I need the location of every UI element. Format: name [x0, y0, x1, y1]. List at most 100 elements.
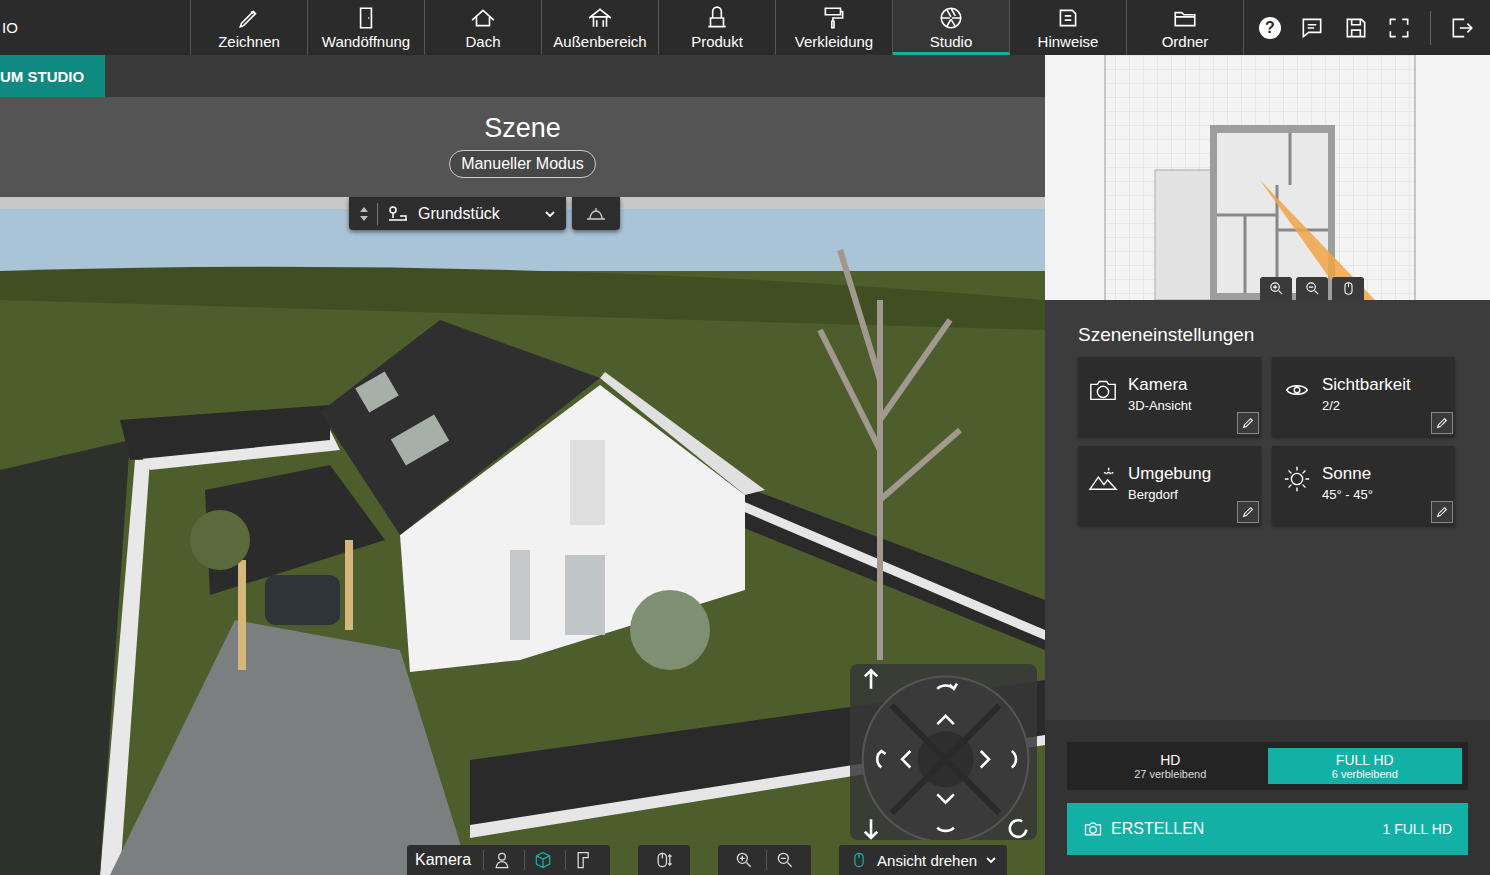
- card-value: 2/2: [1322, 398, 1411, 413]
- main-tab[interactable]: Ordner: [1127, 0, 1244, 55]
- quality-toggle: HD27 verbleibendFULL HD6 verbleibend: [1067, 742, 1468, 790]
- minimap-tools: [1260, 277, 1364, 300]
- settings-card[interactable]: Kamera 3D-Ansicht: [1078, 357, 1261, 436]
- pencil-icon: [1435, 505, 1449, 519]
- terrain-icon: [584, 202, 608, 226]
- minimap-pan[interactable]: [1332, 277, 1364, 300]
- camera-label: Kamera: [415, 851, 479, 869]
- main-tab[interactable]: Wandöffnung: [308, 0, 425, 55]
- camera-icon: [1083, 819, 1103, 839]
- navigation-pad-icon[interactable]: [850, 664, 1037, 840]
- zoom-in-button[interactable]: [726, 850, 762, 870]
- walk-button[interactable]: [646, 850, 682, 870]
- card-value: Bergdorf: [1128, 487, 1211, 502]
- cube-icon: [533, 850, 553, 870]
- settings-card[interactable]: Sonne 45° - 45°: [1272, 446, 1455, 525]
- main-tab[interactable]: Dach: [425, 0, 542, 55]
- plan-icon: [574, 850, 594, 870]
- mouse-icon: [1340, 280, 1357, 297]
- chevron-down-icon: [985, 854, 997, 866]
- edit-button[interactable]: [1237, 501, 1259, 523]
- visibility-icon: [1282, 375, 1312, 405]
- camera-icon: [1088, 375, 1118, 405]
- zoom-group: [718, 845, 811, 875]
- up-down-icon[interactable]: [359, 204, 369, 224]
- main-tab[interactable]: Außenbereich: [542, 0, 659, 55]
- person-icon: [492, 850, 512, 870]
- scene-viewport[interactable]: Grundstück Kamera Ansicht drehen: [0, 197, 1045, 875]
- terrain-button[interactable]: [572, 197, 620, 230]
- roof-icon: [470, 5, 496, 31]
- main-tab[interactable]: Hinweise: [1010, 0, 1127, 55]
- planner-app: IOZeichnenWandöffnungDachAußenbereichPro…: [0, 0, 1490, 875]
- minimap-zoom-out[interactable]: [1296, 277, 1328, 300]
- main-tab[interactable]: Produkt: [659, 0, 776, 55]
- save-icon[interactable]: [1343, 15, 1369, 41]
- card-value: 45° - 45°: [1322, 487, 1373, 502]
- opening-icon: [353, 5, 379, 31]
- edit-button[interactable]: [1237, 412, 1259, 434]
- tool-icons: ?: [1244, 0, 1490, 55]
- folder-icon: [1172, 5, 1198, 31]
- cladding-icon: [821, 5, 847, 31]
- view-button[interactable]: [565, 850, 602, 870]
- card-title: Kamera: [1128, 375, 1192, 395]
- scene-settings: Szeneneinstellungen Kamera 3D-Ansicht Sicht…: [1045, 300, 1490, 720]
- editor-area: UM STUDIO Szene Manueller Modus Grundstück K…: [0, 55, 1045, 875]
- mouse-mode-dropdown[interactable]: Ansicht drehen: [839, 845, 1007, 875]
- notes-icon: [1055, 5, 1081, 31]
- quality-option[interactable]: FULL HD6 verbleibend: [1268, 748, 1463, 784]
- zoom-out-button[interactable]: [766, 850, 803, 870]
- pencil-icon: [1435, 416, 1449, 430]
- zoom-out-icon: [775, 850, 795, 870]
- settings-card[interactable]: Sichtbarkeit 2/2: [1272, 357, 1455, 436]
- render-section: HD27 verbleibendFULL HD6 verbleibend ERST…: [1045, 720, 1490, 875]
- mode-pill[interactable]: Manueller Modus: [449, 150, 596, 178]
- settings-card[interactable]: Umgebung Bergdorf: [1078, 446, 1261, 525]
- studio-badge[interactable]: UM STUDIO: [0, 55, 105, 97]
- minimap-zoom-in[interactable]: [1260, 277, 1292, 300]
- card-title: Umgebung: [1128, 464, 1211, 484]
- settings-panel: Szeneneinstellungen Kamera 3D-Ansicht Sicht…: [1045, 55, 1490, 875]
- chevron-down-icon: [544, 208, 556, 220]
- app-title: IO: [0, 0, 191, 55]
- walk-group: [638, 845, 690, 875]
- draw-icon: [236, 5, 262, 31]
- mouse-move-icon: [654, 850, 674, 870]
- main-tab[interactable]: Verkleidung: [776, 0, 893, 55]
- quality-option[interactable]: HD27 verbleibend: [1073, 748, 1268, 784]
- card-title: Sonne: [1322, 464, 1373, 484]
- view-selector-bar: Grundstück: [349, 197, 620, 230]
- settings-title: Szeneneinstellungen: [1078, 324, 1457, 346]
- fullscreen-icon[interactable]: [1386, 15, 1412, 41]
- create-button[interactable]: ERSTELLEN1 FULL HD: [1067, 803, 1468, 855]
- navigation-pad[interactable]: [850, 664, 1037, 840]
- scene-header: Szene Manueller Modus: [0, 97, 1045, 197]
- card-title: Sichtbarkeit: [1322, 375, 1411, 395]
- view-selector[interactable]: Grundstück: [349, 197, 566, 230]
- plot-icon: [386, 202, 410, 226]
- edit-button[interactable]: [1431, 412, 1453, 434]
- help-icon[interactable]: ?: [1259, 17, 1281, 39]
- main-tabs: ZeichnenWandöffnungDachAußenbereichProdu…: [191, 0, 1244, 55]
- bottom-toolbar: Kamera Ansicht drehen: [407, 845, 1007, 875]
- card-value: 3D-Ansicht: [1128, 398, 1192, 413]
- breadcrumb-bar: UM STUDIO: [0, 55, 1045, 97]
- edit-button[interactable]: [1431, 501, 1453, 523]
- settings-cards: Kamera 3D-Ansicht Sichtbarkeit 2/2 Umgebung B…: [1078, 357, 1457, 525]
- comment-icon[interactable]: [1299, 15, 1325, 41]
- camera-group: Kamera: [407, 845, 610, 875]
- separator: [1430, 11, 1431, 45]
- view-button[interactable]: [524, 850, 561, 870]
- view-button[interactable]: [483, 850, 520, 870]
- exit-icon[interactable]: [1449, 15, 1475, 41]
- main-tab[interactable]: Zeichnen: [191, 0, 308, 55]
- environment-icon: [1088, 464, 1118, 494]
- main-tab[interactable]: Studio: [893, 0, 1010, 55]
- mouse-icon: [849, 850, 869, 870]
- zoom-in-icon: [1268, 280, 1285, 297]
- pencil-icon: [1241, 505, 1255, 519]
- pencil-icon: [1241, 416, 1255, 430]
- scene-title: Szene: [484, 113, 561, 144]
- minimap[interactable]: [1045, 55, 1490, 300]
